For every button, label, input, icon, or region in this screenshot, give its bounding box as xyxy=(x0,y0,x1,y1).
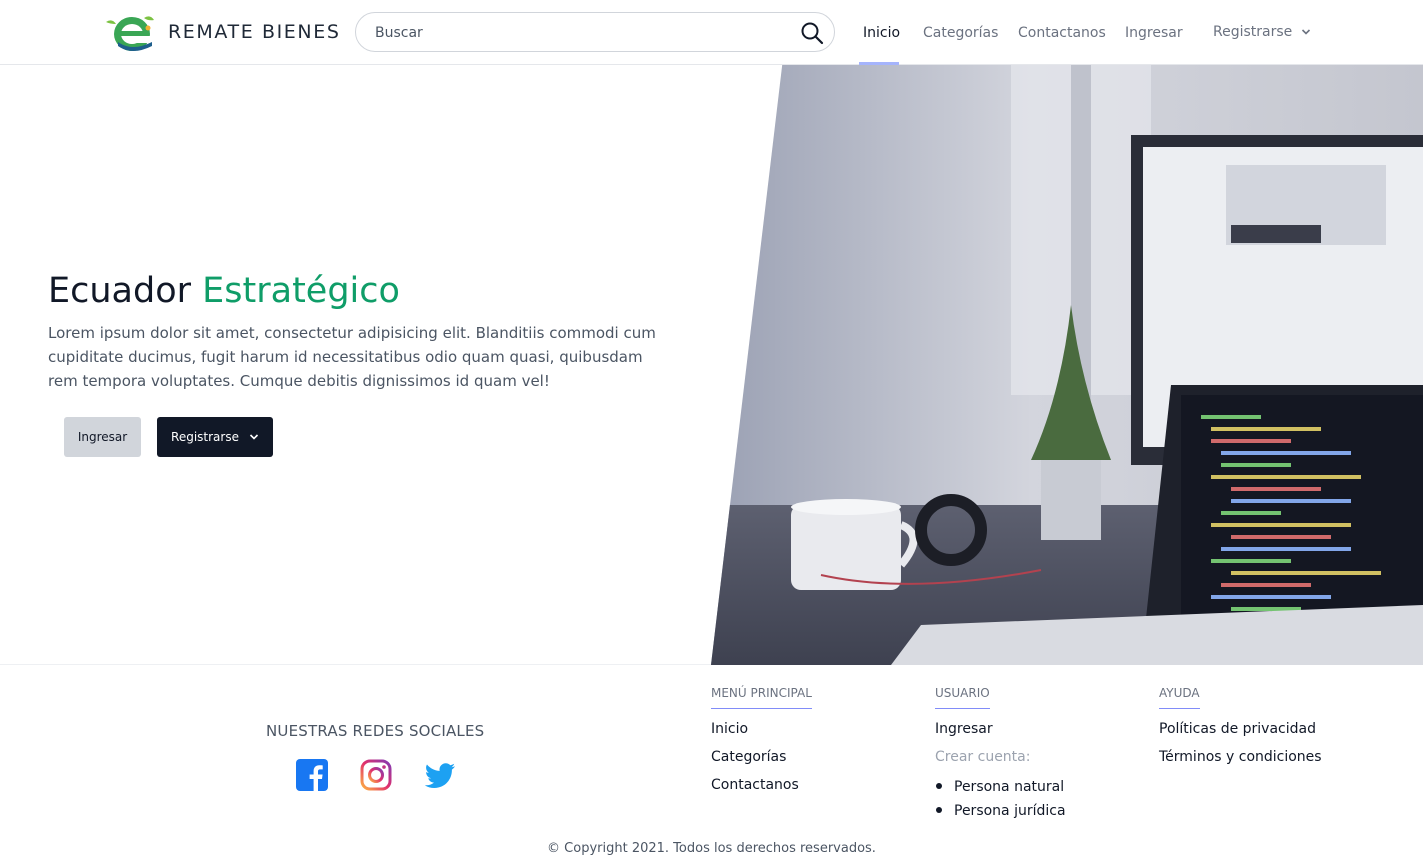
brand-logo[interactable]: REMATE BIENES xyxy=(104,12,341,52)
instagram-icon xyxy=(360,759,392,791)
hero-registrarse-button[interactable]: Registrarse xyxy=(157,417,273,457)
search-bar xyxy=(355,12,835,52)
site-header: REMATE BIENES Inicio Categorías Contacta… xyxy=(0,0,1423,65)
footer-menu-title: MENÚ PRINCIPAL xyxy=(711,686,812,709)
footer-ayuda-title: AYUDA xyxy=(1159,686,1200,709)
nav-registrarse-label: Registrarse xyxy=(1213,24,1293,40)
facebook-link[interactable] xyxy=(296,759,328,791)
nav-registrarse-dropdown[interactable]: Registrarse xyxy=(1213,24,1311,40)
copyright-text: © Copyright 2021. Todos los derechos res… xyxy=(547,841,876,856)
footer-link-persona-natural[interactable]: Persona natural xyxy=(954,779,1064,795)
search-button[interactable] xyxy=(800,21,824,45)
hero-title: Ecuador Estratégico xyxy=(48,271,400,311)
footer-link-inicio[interactable]: Inicio xyxy=(711,721,748,737)
chevron-down-icon xyxy=(1302,29,1311,35)
footer-link-categorias[interactable]: Categorías xyxy=(711,749,786,765)
instagram-link[interactable] xyxy=(360,759,392,791)
hero-ingresar-button[interactable]: Ingresar xyxy=(64,417,141,457)
hero-section: Ecuador Estratégico Lorem ipsum dolor si… xyxy=(0,65,1423,665)
social-title: NUESTRAS REDES SOCIALES xyxy=(266,722,485,740)
facebook-icon xyxy=(296,759,328,791)
search-icon xyxy=(801,22,824,45)
list-bullet xyxy=(936,807,942,813)
list-bullet xyxy=(936,783,942,789)
hero-title-accent: Estratégico xyxy=(202,271,400,311)
footer-link-terminos[interactable]: Términos y condiciones xyxy=(1159,749,1322,765)
footer-link-privacidad[interactable]: Políticas de privacidad xyxy=(1159,721,1316,737)
twitter-link[interactable] xyxy=(424,759,456,791)
search-input[interactable] xyxy=(375,22,775,44)
chevron-down-icon xyxy=(249,434,259,440)
footer-link-ingresar[interactable]: Ingresar xyxy=(935,721,993,737)
logo-e-icon xyxy=(106,16,154,51)
nav-inicio[interactable]: Inicio xyxy=(863,25,900,41)
footer-link-persona-juridica[interactable]: Persona jurídica xyxy=(954,803,1066,819)
hero-registrarse-label: Registrarse xyxy=(171,430,239,444)
footer-crear-cuenta-label: Crear cuenta: xyxy=(935,749,1031,765)
nav-categorias[interactable]: Categorías xyxy=(923,25,998,41)
hero-title-main: Ecuador xyxy=(48,271,192,311)
twitter-icon xyxy=(424,763,455,788)
nav-ingresar[interactable]: Ingresar xyxy=(1125,25,1183,41)
footer-usuario-title: USUARIO xyxy=(935,686,990,709)
desk-workspace-image xyxy=(711,65,1423,665)
nav-contactanos[interactable]: Contactanos xyxy=(1018,25,1106,41)
brand-name: REMATE BIENES xyxy=(168,21,341,43)
hero-description: Lorem ipsum dolor sit amet, consectetur … xyxy=(48,324,656,390)
hero-image xyxy=(711,65,1423,665)
footer-link-contactanos[interactable]: Contactanos xyxy=(711,777,799,793)
